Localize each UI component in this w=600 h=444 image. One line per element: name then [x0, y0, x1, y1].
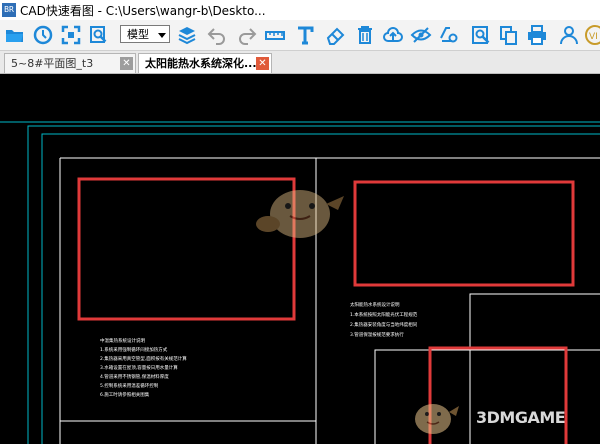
mode-select-value: 模型 [127, 28, 149, 41]
note-line: 中温集热系统设计说明 [100, 337, 145, 344]
hide-icon[interactable] [410, 24, 432, 46]
tab-solar-system[interactable]: 太阳能热水系统深化... ✕ [138, 53, 272, 73]
note-line: 4.管道采用不锈钢管,保温材料厚度 [100, 373, 169, 380]
note-line: 6.施工时请参照相关图集 [100, 391, 150, 398]
cad-drawing: 中温集热系统设计说明 1.系统采用强制循环间接加热方式 2.集热器采用真空管型,… [0, 121, 600, 444]
search-text-icon[interactable] [470, 24, 492, 46]
user-icon[interactable] [558, 24, 580, 46]
chevron-down-icon [158, 33, 166, 38]
note-line: 太阳能热水系统设计说明 [350, 301, 400, 308]
open-folder-icon[interactable] [4, 24, 26, 46]
undo-icon[interactable] [206, 24, 228, 46]
cloud-upload-icon[interactable] [382, 24, 404, 46]
copy-icon[interactable] [498, 24, 520, 46]
vip-icon[interactable]: VI [584, 24, 600, 46]
tab-label: 5~8#平面图_t3 [11, 57, 94, 70]
close-icon[interactable]: ✕ [120, 57, 133, 70]
mode-select[interactable]: 模型 [120, 25, 170, 43]
watermark-text: 3DMGAME [476, 408, 566, 427]
redo-icon[interactable] [236, 24, 258, 46]
drawing-canvas[interactable]: 中温集热系统设计说明 1.系统采用强制循环间接加热方式 2.集热器采用真空管型,… [0, 74, 600, 444]
note-line: 1.本系统按照太阳能光伏工程规范 [350, 311, 418, 318]
document-tab-bar: 5~8#平面图_t3 ✕ 太阳能热水系统深化... ✕ [0, 51, 600, 74]
notes-right: 太阳能热水系统设计说明 1.本系统按照太阳能光伏工程规范 2.集热器安装角度与当… [350, 301, 418, 338]
tab-label: 太阳能热水系统深化... [145, 57, 257, 70]
history-icon[interactable] [32, 24, 54, 46]
print-icon[interactable] [526, 24, 548, 46]
tab-floor-plan[interactable]: 5~8#平面图_t3 ✕ [4, 53, 136, 73]
highlight-box-bottom [428, 346, 568, 444]
note-line: 5.控制系统采用温差循环控制 [100, 382, 159, 389]
note-line: 1.系统采用强制循环间接加热方式 [100, 346, 168, 353]
note-line: 2.集热器安装角度与当地纬度相同 [350, 321, 418, 328]
zoom-window-icon[interactable] [88, 24, 110, 46]
title-bar: BR CAD快速看图 - C:\Users\wangr-b\Deskto... [0, 0, 600, 21]
eraser-icon[interactable] [324, 24, 346, 46]
note-line: 3.管道保温按规范要求执行 [350, 331, 404, 338]
close-icon[interactable]: ✕ [256, 57, 269, 70]
toolbar: 模型 VI [0, 20, 600, 51]
settings-icon[interactable] [438, 24, 460, 46]
text-icon[interactable] [294, 24, 316, 46]
zoom-extents-icon[interactable] [60, 24, 82, 46]
note-line: 2.集热器采用真空管型,面积按有关规范计算 [100, 355, 187, 362]
layers-icon[interactable] [176, 24, 198, 46]
highlight-box-right [353, 180, 575, 287]
measure-icon[interactable] [264, 24, 286, 46]
notes-left: 中温集热系统设计说明 1.系统采用强制循环间接加热方式 2.集热器采用真空管型,… [100, 337, 187, 398]
app-logo-icon: BR [2, 3, 16, 17]
note-line: 3.水箱设置在屋顶,容量按日用水量计算 [100, 364, 178, 371]
watermark-mascot [256, 190, 344, 238]
highlight-box-left [77, 177, 296, 321]
delete-icon[interactable] [354, 24, 376, 46]
svg-text:VI: VI [589, 32, 598, 42]
window-title: CAD快速看图 - C:\Users\wangr-b\Deskto... [20, 4, 266, 18]
watermark-logo [415, 404, 459, 434]
